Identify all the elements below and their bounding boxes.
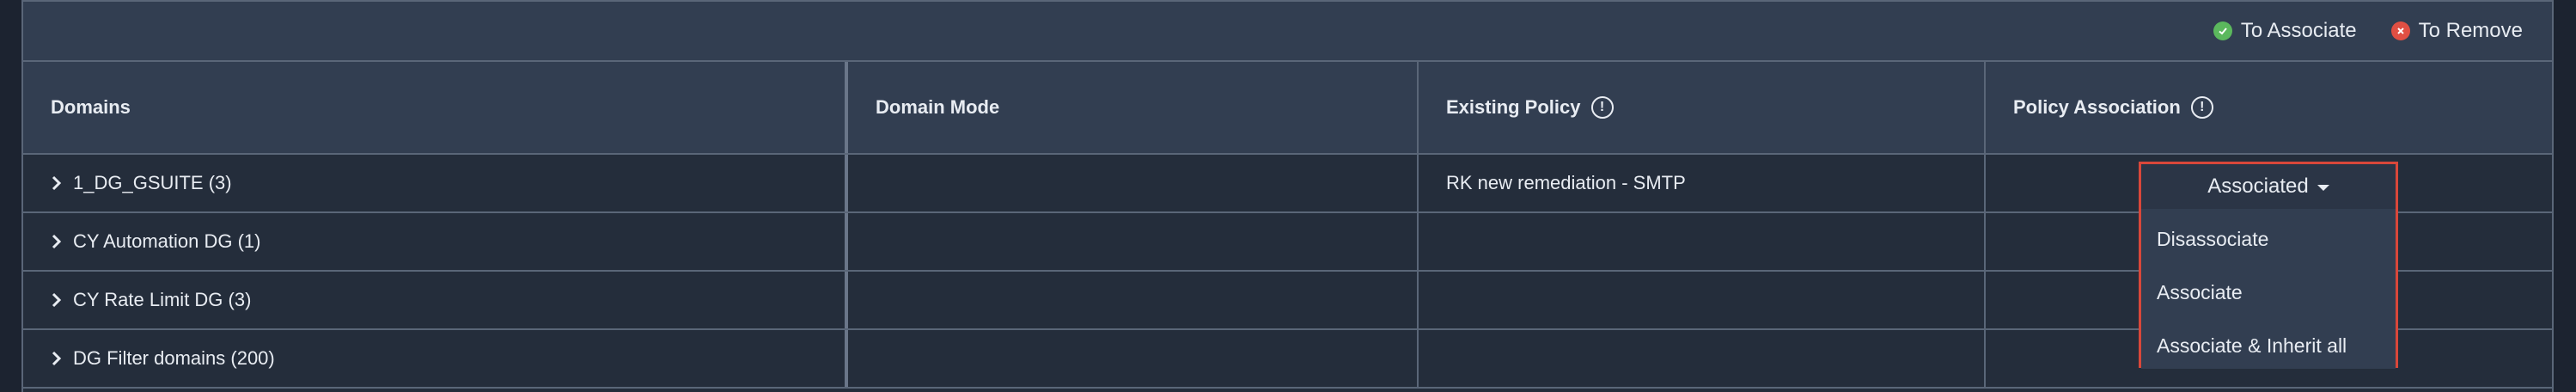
policy-association-dropdown[interactable]: Associated Disassociate Associate Associ… (2139, 162, 2398, 369)
column-header-existing-policy[interactable]: Existing Policy ! (1419, 62, 1986, 153)
domain-mode-cell (848, 213, 1419, 270)
column-header-domains[interactable]: Domains (23, 62, 848, 153)
legend-to-associate-label: To Associate (2240, 19, 2357, 42)
existing-policy-cell (1419, 330, 1986, 387)
existing-policy-cell (1419, 213, 1986, 270)
association-selected-value: Associated (2207, 175, 2309, 198)
chevron-right-icon[interactable] (51, 350, 63, 367)
check-circle-icon (2213, 21, 2232, 40)
domain-cell[interactable]: CY Automation DG (1) (23, 213, 848, 270)
caret-down-icon (2317, 184, 2329, 191)
table-header: Domains Domain Mode Existing Policy ! Po… (23, 62, 2552, 155)
column-header-label: Existing Policy (1446, 96, 1581, 118)
policy-association-panel: To Associate To Remove Domains Domain Mo… (21, 0, 2554, 392)
existing-policy: RK new remediation - SMTP (1446, 172, 1686, 193)
existing-policy-cell: RK new remediation - SMTP (1419, 155, 1986, 211)
column-header-domain-mode[interactable]: Domain Mode (848, 62, 1419, 153)
chevron-right-icon[interactable] (51, 175, 63, 192)
info-icon[interactable]: ! (2190, 96, 2213, 119)
column-header-label: Domains (51, 96, 131, 118)
legend-to-associate: To Associate (2213, 19, 2357, 43)
association-dropdown-toggle[interactable]: Associated (2141, 164, 2396, 209)
info-icon[interactable]: ! (1590, 96, 1614, 119)
existing-policy-cell (1419, 272, 1986, 328)
menu-item-disassociate[interactable]: Disassociate (2141, 212, 2396, 266)
domain-cell[interactable]: CY Rate Limit DG (3) (23, 272, 848, 328)
menu-item-associate[interactable]: Associate (2141, 266, 2396, 319)
legend-to-remove-label: To Remove (2418, 19, 2523, 42)
legend-to-remove: To Remove (2390, 19, 2523, 43)
domain-mode-cell (848, 155, 1419, 211)
domain-mode-cell (848, 330, 1419, 387)
domain-cell[interactable]: DG Filter domains (200) (23, 330, 848, 387)
domain-mode-cell (848, 272, 1419, 328)
domain-name: DG Filter domains (200) (73, 347, 275, 369)
domain-name: CY Automation DG (1) (73, 230, 261, 252)
close-circle-icon (2390, 21, 2410, 40)
menu-item-associate-inherit-all[interactable]: Associate & Inherit all (2141, 319, 2396, 372)
domain-name: 1_DG_GSUITE (3) (73, 172, 232, 193)
association-dropdown-menu: Disassociate Associate Associate & Inher… (2141, 209, 2396, 369)
domain-name: CY Rate Limit DG (3) (73, 289, 252, 310)
legend-bar: To Associate To Remove (23, 0, 2552, 62)
column-header-policy-association[interactable]: Policy Association ! (1986, 62, 2549, 153)
domain-cell[interactable]: 1_DG_GSUITE (3) (23, 155, 848, 211)
chevron-right-icon[interactable] (51, 291, 63, 309)
chevron-right-icon[interactable] (51, 233, 63, 250)
column-header-label: Domain Mode (876, 96, 1000, 118)
column-header-label: Policy Association (2013, 96, 2181, 118)
